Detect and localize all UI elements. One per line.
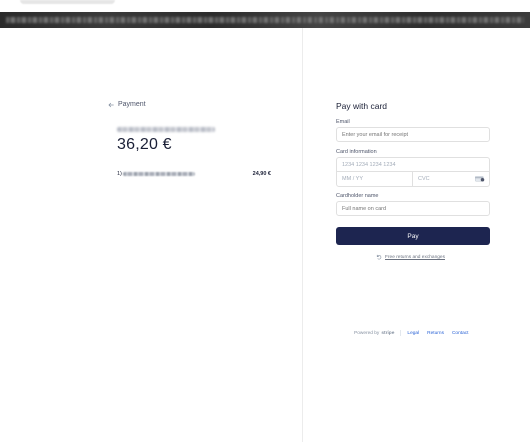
email-field[interactable] <box>336 127 490 142</box>
email-label: Email <box>336 119 350 125</box>
back-link[interactable]: Payment <box>108 101 146 108</box>
line-item-name-blurred <box>123 172 195 176</box>
powered-by[interactable]: Powered by stripe <box>354 331 394 336</box>
line-item-qty: 1) <box>117 171 122 177</box>
free-returns-link[interactable]: Free returns and exchanges <box>385 255 445 260</box>
stripe-logo: stripe <box>381 330 395 336</box>
cvc-card-icon <box>475 176 485 182</box>
line-item-price: 24,90 € <box>252 171 271 177</box>
card-number-field[interactable]: 1234 1234 1234 1234 <box>337 158 489 172</box>
line-item: 1) 24,90 € <box>117 170 273 179</box>
expiry-field[interactable]: MM / YY <box>337 172 413 186</box>
returns-link[interactable]: Returns <box>427 331 444 336</box>
cvc-field[interactable]: CVC <box>413 172 489 186</box>
card-information-group: 1234 1234 1234 1234 MM / YY CVC <box>336 157 490 187</box>
merchant-name-blurred <box>117 127 215 132</box>
footer-separator <box>400 330 402 336</box>
order-summary-pane <box>0 28 302 442</box>
cvc-placeholder: CVC <box>418 176 430 182</box>
browser-address-bar <box>0 12 530 28</box>
card-information-label: Card information <box>336 149 377 155</box>
total-amount: 36,20 € <box>117 136 172 153</box>
pay-with-card-title: Pay with card <box>336 101 388 111</box>
pay-button[interactable]: Pay <box>336 227 490 245</box>
returns-row: Free returns and exchanges <box>376 254 445 260</box>
arrow-left-icon <box>108 102 114 107</box>
blurred-tab <box>20 0 115 4</box>
browser-top-strip <box>0 0 530 12</box>
contact-link[interactable]: Contact <box>452 331 469 336</box>
footer: Powered by stripe Legal Returns Contact <box>354 330 477 336</box>
returns-icon <box>376 254 382 260</box>
powered-by-label: Powered by <box>354 330 380 336</box>
cardholder-name-field[interactable] <box>336 201 490 216</box>
legal-link[interactable]: Legal <box>407 331 419 336</box>
back-link-label: Payment <box>118 101 146 108</box>
blurred-url <box>6 17 524 23</box>
cardholder-name-label: Cardholder name <box>336 193 379 199</box>
